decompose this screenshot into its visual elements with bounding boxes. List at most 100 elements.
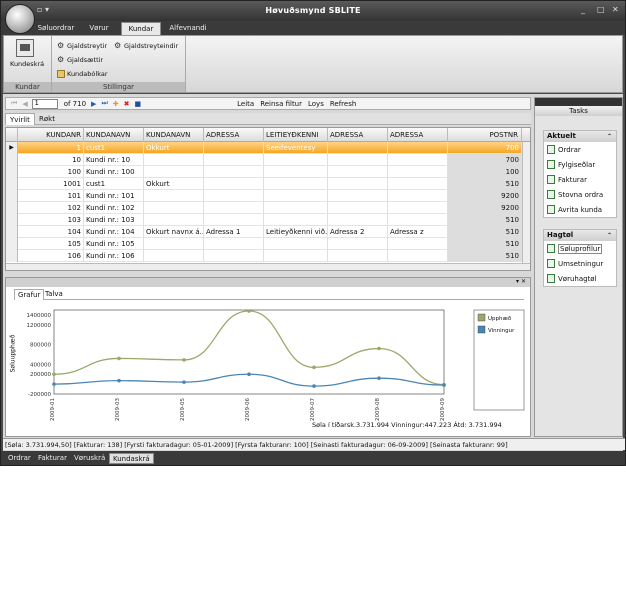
table-cell[interactable]: 510 xyxy=(448,238,522,250)
table-cell[interactable]: Okkurt navnx á... xyxy=(144,226,204,238)
table-cell[interactable] xyxy=(388,178,448,190)
clear-filter-button[interactable]: Reinsa filtur xyxy=(260,100,302,108)
grid-horizontal-scrollbar[interactable] xyxy=(6,263,530,270)
row-selector[interactable] xyxy=(6,190,18,202)
table-cell[interactable]: 10 xyxy=(18,154,84,166)
table-cell[interactable] xyxy=(264,178,328,190)
table-cell[interactable] xyxy=(328,250,388,262)
row-selector[interactable] xyxy=(6,250,18,262)
table-cell[interactable]: cust1 xyxy=(84,142,144,154)
col-adressa-2[interactable]: ADRESSA xyxy=(328,128,388,142)
table-row[interactable]: 103 Kundi nr.: 103 510 xyxy=(6,214,530,226)
row-selector[interactable]: ▶ xyxy=(6,142,18,154)
row-selector[interactable] xyxy=(6,178,18,190)
table-cell[interactable] xyxy=(144,202,204,214)
table-cell[interactable] xyxy=(328,190,388,202)
table-cell[interactable]: Okkurt xyxy=(144,178,204,190)
table-cell[interactable] xyxy=(204,190,264,202)
tab-talva[interactable]: Talva xyxy=(42,289,66,300)
last-record-icon[interactable]: ⏭ xyxy=(101,99,107,108)
table-cell[interactable] xyxy=(388,214,448,226)
table-cell[interactable]: Adressa z xyxy=(388,226,448,238)
table-row[interactable]: 1001 cust1 Okkurt 510 xyxy=(6,178,530,190)
gjaldstreyteindir-button[interactable]: ⚙ Gjaldstreyteindir xyxy=(114,40,178,51)
table-cell[interactable]: Kundi nr.: 105 xyxy=(84,238,144,250)
row-selector[interactable] xyxy=(6,214,18,226)
search-button[interactable]: Leita xyxy=(237,100,254,108)
prev-record-icon[interactable]: ◀ xyxy=(22,100,27,108)
table-cell[interactable] xyxy=(264,214,328,226)
table-cell[interactable]: Kundi nr.: 100 xyxy=(84,166,144,178)
table-cell[interactable]: 700 xyxy=(448,154,522,166)
maximize-button[interactable]: □ xyxy=(597,5,605,14)
refresh-button[interactable]: Refresh xyxy=(330,100,356,108)
table-cell[interactable] xyxy=(328,154,388,166)
position-input[interactable] xyxy=(31,98,58,109)
table-cell[interactable] xyxy=(388,190,448,202)
table-cell[interactable]: 510 xyxy=(448,250,522,262)
task-group-header[interactable]: Hagtøl ⌃ xyxy=(544,230,616,241)
doc-tab-kundaskra[interactable]: Kundaskrá xyxy=(109,453,154,464)
add-record-icon[interactable]: ✚ xyxy=(113,100,119,108)
table-cell[interactable] xyxy=(144,214,204,226)
table-cell[interactable] xyxy=(388,142,448,154)
table-cell[interactable] xyxy=(388,154,448,166)
row-selector[interactable] xyxy=(6,154,18,166)
table-cell[interactable]: 101 xyxy=(18,190,84,202)
table-cell[interactable] xyxy=(388,202,448,214)
chart-panel-pin[interactable]: ▾ ✕ xyxy=(6,278,530,287)
table-cell[interactable] xyxy=(204,154,264,166)
col-leitieydkenni[interactable]: LEITIEYÐKENNI xyxy=(264,128,328,142)
table-cell[interactable] xyxy=(328,214,388,226)
table-cell[interactable]: 9200 xyxy=(448,202,522,214)
row-selector[interactable] xyxy=(6,238,18,250)
table-cell[interactable] xyxy=(204,142,264,154)
table-cell[interactable] xyxy=(204,202,264,214)
row-selector[interactable] xyxy=(6,202,18,214)
kundabolkar-button[interactable]: Kundabólkar xyxy=(57,68,108,79)
table-cell[interactable]: 100 xyxy=(18,166,84,178)
table-cell[interactable]: 510 xyxy=(448,214,522,226)
table-cell[interactable]: 510 xyxy=(448,226,522,238)
table-cell[interactable] xyxy=(328,178,388,190)
table-cell[interactable]: Okkurt xyxy=(144,142,204,154)
table-cell[interactable]: Adressa 2 xyxy=(328,226,388,238)
table-row[interactable]: 106 Kundi nr.: 106 510 xyxy=(6,250,530,262)
table-cell[interactable]: Kundi nr.: 106 xyxy=(84,250,144,262)
doc-tab-fakturar[interactable]: Fakturar xyxy=(35,453,70,464)
row-selector[interactable] xyxy=(6,226,18,238)
table-row[interactable]: 105 Kundi nr.: 105 510 xyxy=(6,238,530,250)
table-cell[interactable] xyxy=(388,166,448,178)
row-selector[interactable] xyxy=(6,166,18,178)
table-cell[interactable] xyxy=(264,238,328,250)
task-fakturar[interactable]: Fakturar xyxy=(544,172,616,187)
table-cell[interactable]: Seeifeventesy xyxy=(264,142,328,154)
task-ordrar[interactable]: Ordrar xyxy=(544,142,616,157)
close-button[interactable]: ✕ xyxy=(612,5,619,14)
first-record-icon[interactable]: ⏮ xyxy=(11,99,17,108)
gjaldsaettir-button[interactable]: ⚙ Gjaldsættir xyxy=(57,54,103,65)
table-cell[interactable]: cust1 xyxy=(84,178,144,190)
table-cell[interactable]: 106 xyxy=(18,250,84,262)
table-cell[interactable]: 700 xyxy=(448,142,522,154)
table-row[interactable]: 104 Kundi nr.: 104 Okkurt navnx á... Adress… xyxy=(6,226,530,238)
app-menu-orb[interactable] xyxy=(5,4,35,34)
table-cell[interactable] xyxy=(388,250,448,262)
table-cell[interactable] xyxy=(144,154,204,166)
next-record-icon[interactable]: ▶ xyxy=(91,100,96,108)
tab-yvirlit[interactable]: Yvirlit xyxy=(5,113,35,125)
delete-record-icon[interactable]: ✖ xyxy=(124,100,130,108)
task-soluprofilur[interactable]: Søluprofilur xyxy=(544,241,616,256)
tab-vorur[interactable]: Vørur xyxy=(85,22,113,35)
table-row[interactable]: 102 Kundi nr.: 102 9200 xyxy=(6,202,530,214)
table-cell[interactable] xyxy=(144,250,204,262)
table-cell[interactable]: 510 xyxy=(448,178,522,190)
gjaldstreytir-button[interactable]: ⚙ Gjaldstreytir xyxy=(57,40,107,51)
table-cell[interactable]: Kundi nr.: 104 xyxy=(84,226,144,238)
doc-tab-ordrar[interactable]: Ordrar xyxy=(5,453,34,464)
task-voruhagtol[interactable]: Vøruhagtøl xyxy=(544,271,616,286)
table-cell[interactable] xyxy=(144,166,204,178)
table-cell[interactable]: 100 xyxy=(448,166,522,178)
col-postnr[interactable]: POSTNR xyxy=(448,128,522,142)
collapse-icon[interactable]: ⌃ xyxy=(607,230,612,241)
